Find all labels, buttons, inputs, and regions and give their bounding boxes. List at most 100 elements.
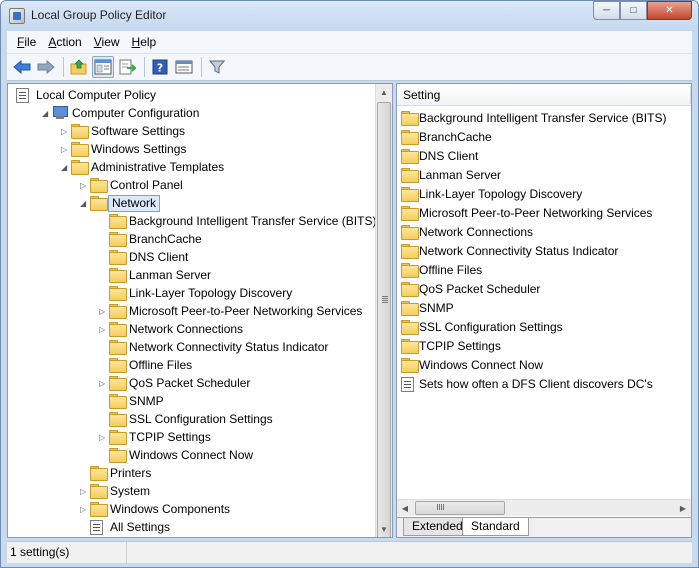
- filter-button[interactable]: [206, 56, 228, 78]
- tab-standard[interactable]: Standard: [462, 518, 529, 536]
- help-button[interactable]: ?: [149, 56, 171, 78]
- tree-node-local-computer-policy[interactable]: Local Computer Policy: [8, 87, 378, 105]
- expand-arrow-icon[interactable]: ▷: [61, 127, 70, 136]
- tree-node-link-layer-topology-discovery[interactable]: Link-Layer Topology Discovery: [8, 285, 378, 303]
- setting-item-microsoft-peer-to-peer-networking-services[interactable]: Microsoft Peer-to-Peer Networking Servic…: [397, 204, 691, 223]
- setting-item-network-connections[interactable]: Network Connections: [397, 223, 691, 242]
- setting-item-icon-wrap: [401, 130, 419, 145]
- setting-item-dns-client[interactable]: DNS Client: [397, 147, 691, 166]
- folder-icon: [109, 412, 127, 427]
- tree-node-label: QoS Packet Scheduler: [129, 376, 251, 390]
- tree-node-windows-components[interactable]: ▷ Windows Components: [8, 501, 378, 519]
- scroll-down-arrow-icon[interactable]: ▼: [376, 521, 392, 537]
- tree-node-icon-wrap: [90, 502, 108, 517]
- close-button[interactable]: ✕: [647, 1, 692, 20]
- collapse-arrow-icon[interactable]: ◢: [42, 109, 51, 118]
- tree-node-system[interactable]: ▷ System: [8, 483, 378, 501]
- gpedit-app-icon: [9, 8, 25, 24]
- scroll-left-arrow-icon[interactable]: ◀: [397, 500, 413, 516]
- tree-node-windows-connect-now[interactable]: Windows Connect Now: [8, 447, 378, 465]
- tree-node-network-connections[interactable]: ▷ Network Connections: [8, 321, 378, 339]
- tree-node-snmp[interactable]: SNMP: [8, 393, 378, 411]
- tree-node-branchcache[interactable]: BranchCache: [8, 231, 378, 249]
- settings-horizontal-scrollbar[interactable]: ◀ ▶: [397, 499, 691, 516]
- setting-item-branchcache[interactable]: BranchCache: [397, 128, 691, 147]
- expand-arrow-icon[interactable]: ▷: [99, 325, 108, 334]
- expand-arrow-icon[interactable]: ▷: [61, 145, 70, 154]
- tree-node-label: Network Connections: [129, 322, 244, 336]
- setting-item-qos-packet-scheduler[interactable]: QoS Packet Scheduler: [397, 280, 691, 299]
- tree-node-lanman-server[interactable]: Lanman Server: [8, 267, 378, 285]
- setting-item-sets-how-often-a-dfs-client-discovers-dc-s[interactable]: Sets how often a DFS Client discovers DC…: [397, 375, 691, 394]
- setting-item-ssl-configuration-settings[interactable]: SSL Configuration Settings: [397, 318, 691, 337]
- tree-node-label: BranchCache: [129, 232, 202, 246]
- setting-item-background-intelligent-transfer-service-bits[interactable]: Background Intelligent Transfer Service …: [397, 109, 691, 128]
- tree-node-network-connectivity-status-indicator[interactable]: Network Connectivity Status Indicator: [8, 339, 378, 357]
- tree-vertical-scrollbar[interactable]: ▲ ▼: [375, 84, 392, 537]
- tree-node-ssl-configuration-settings[interactable]: SSL Configuration Settings: [8, 411, 378, 429]
- tree-node-background-intelligent-transfer-service-bits[interactable]: Background Intelligent Transfer Service …: [8, 213, 378, 231]
- minimize-button[interactable]: ─: [593, 1, 620, 20]
- back-button[interactable]: [11, 56, 33, 78]
- tree-node-dns-client[interactable]: DNS Client: [8, 249, 378, 267]
- setting-item-lanman-server[interactable]: Lanman Server: [397, 166, 691, 185]
- menu-view[interactable]: View: [88, 35, 126, 49]
- folder-icon: [109, 394, 127, 409]
- scroll-up-arrow-icon[interactable]: ▲: [376, 84, 392, 100]
- expand-arrow-icon[interactable]: ▷: [80, 181, 89, 190]
- status-text: 1 setting(s): [7, 542, 127, 564]
- tree-scroll-thumb[interactable]: [377, 102, 391, 537]
- settings-scroll-thumb[interactable]: [415, 501, 505, 515]
- expand-arrow-icon[interactable]: ▷: [80, 487, 89, 496]
- show-hide-tree-button[interactable]: [92, 56, 114, 78]
- menu-action[interactable]: Action: [42, 35, 87, 49]
- menu-help[interactable]: Help: [126, 35, 163, 49]
- tree-node-icon-wrap: [90, 466, 108, 481]
- tree-node-label: System: [110, 484, 151, 498]
- tree-node-icon-wrap: [109, 358, 127, 373]
- svg-text:?: ?: [157, 62, 163, 75]
- expand-arrow-icon[interactable]: ▷: [99, 307, 108, 316]
- tree-node-network[interactable]: ◢ Network: [8, 195, 378, 213]
- folder-icon: [109, 268, 127, 283]
- tree-node-software-settings[interactable]: ▷ Software Settings: [8, 123, 378, 141]
- toolbar-separator: [201, 57, 202, 77]
- tree-node-label: Network: [108, 195, 161, 212]
- tree-node-offline-files[interactable]: Offline Files: [8, 357, 378, 375]
- tree-node-all-settings[interactable]: All Settings: [8, 519, 378, 537]
- menu-file[interactable]: File: [11, 35, 42, 49]
- tree-node-tcpip-settings[interactable]: ▷ TCPIP Settings: [8, 429, 378, 447]
- tree-node-label: Network Connectivity Status Indicator: [129, 340, 329, 354]
- tree-node-qos-packet-scheduler[interactable]: ▷ QoS Packet Scheduler: [8, 375, 378, 393]
- collapse-arrow-icon[interactable]: ◢: [61, 163, 70, 172]
- setting-column-header[interactable]: Setting: [397, 84, 691, 106]
- maximize-button[interactable]: □: [620, 1, 647, 20]
- setting-item-tcpip-settings[interactable]: TCPIP Settings: [397, 337, 691, 356]
- tree-node-control-panel[interactable]: ▷ Control Panel: [8, 177, 378, 195]
- setting-item-windows-connect-now[interactable]: Windows Connect Now: [397, 356, 691, 375]
- collapse-arrow-icon[interactable]: ◢: [80, 199, 89, 208]
- setting-item-snmp[interactable]: SNMP: [397, 299, 691, 318]
- properties-button[interactable]: [173, 56, 195, 78]
- expand-arrow-icon[interactable]: ▷: [80, 505, 89, 514]
- show-hide-tree-icon: [94, 59, 112, 75]
- folder-icon: [109, 232, 127, 247]
- scroll-right-arrow-icon[interactable]: ▶: [675, 500, 691, 516]
- setting-item-icon-wrap: [401, 358, 419, 373]
- title-bar[interactable]: Local Group Policy Editor ─ □ ✕: [1, 1, 698, 31]
- setting-item-offline-files[interactable]: Offline Files: [397, 261, 691, 280]
- setting-item-icon-wrap: [401, 320, 419, 335]
- toolbar-separator: [63, 57, 64, 77]
- setting-item-network-connectivity-status-indicator[interactable]: Network Connectivity Status Indicator: [397, 242, 691, 261]
- expand-arrow-icon[interactable]: ▷: [99, 433, 108, 442]
- expand-arrow-icon[interactable]: ▷: [99, 379, 108, 388]
- forward-button[interactable]: [35, 56, 57, 78]
- up-folder-button[interactable]: [68, 56, 90, 78]
- setting-item-link-layer-topology-discovery[interactable]: Link-Layer Topology Discovery: [397, 185, 691, 204]
- tree-node-microsoft-peer-to-peer-networking-services[interactable]: ▷ Microsoft Peer-to-Peer Networking Servi…: [8, 303, 378, 321]
- tree-node-printers[interactable]: Printers: [8, 465, 378, 483]
- tree-node-administrative-templates[interactable]: ◢ Administrative Templates: [8, 159, 378, 177]
- tree-node-computer-configuration[interactable]: ◢ Computer Configuration: [8, 105, 378, 123]
- export-list-button[interactable]: [116, 56, 138, 78]
- tree-node-windows-settings[interactable]: ▷ Windows Settings: [8, 141, 378, 159]
